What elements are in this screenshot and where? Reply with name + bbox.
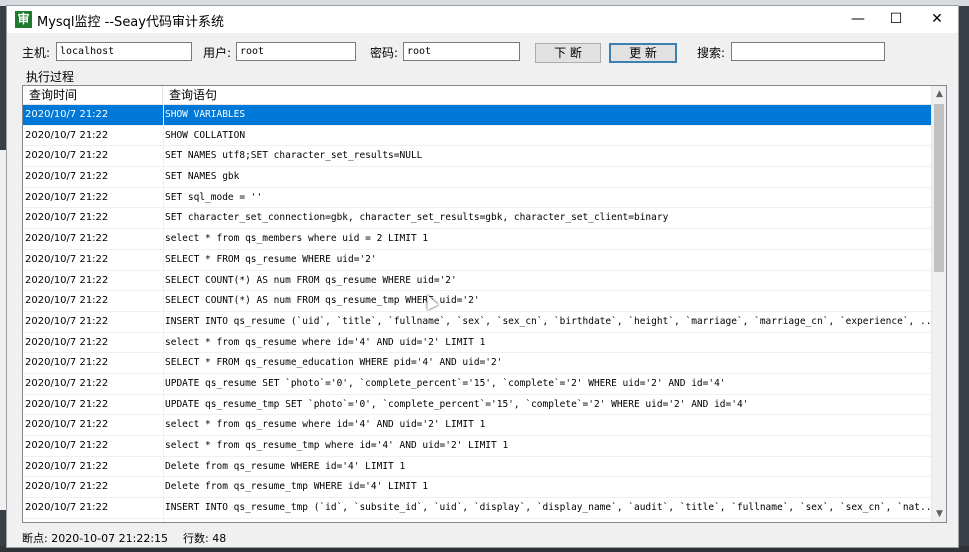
query-list[interactable]: 查询时间 查询语句 2020/10/7 21:22 SHOW VARIABLES 2… xyxy=(22,85,947,523)
status-breakpoint: 断点: 2020-10-07 21:22:15 xyxy=(22,532,169,545)
table-row[interactable]: 2020/10/7 21:22 select * from qs_resume w… xyxy=(23,333,931,354)
table-row[interactable]: 2020/10/7 21:22 select * from qs_resume w… xyxy=(23,415,931,436)
query-time-cell: 2020/10/7 21:22 xyxy=(25,274,109,286)
table-row[interactable]: 2020/10/7 21:22 UPDATE qs_resume SET `pho… xyxy=(23,374,931,395)
query-time-cell: 2020/10/7 21:22 xyxy=(25,295,109,307)
table-row[interactable]: 2020/10/7 21:22 SHOW VARIABLES xyxy=(23,105,931,126)
table-row[interactable]: 2020/10/7 21:22 INSERT INTO qs_resume (`u… xyxy=(23,312,931,333)
query-time-cell: 2020/10/7 21:22 xyxy=(25,419,109,431)
query-statement-cell: UPDATE qs_resume_tmp SET `photo`='0', `c… xyxy=(165,398,749,410)
query-time-cell: 2020/10/7 21:22 xyxy=(25,253,109,265)
status-row-count: 行数: 48 xyxy=(183,532,227,545)
query-statement-cell: INSERT INTO qs_resume (`uid`, `title`, `… xyxy=(165,315,931,327)
search-input[interactable] xyxy=(731,42,885,61)
user-input[interactable]: root xyxy=(236,42,356,61)
query-time-cell: 2020/10/7 21:22 xyxy=(25,398,109,410)
title-bar: 审 Mysql监控 --Seay代码审计系统 — ☐ ✕ xyxy=(7,6,958,33)
query-time-cell: 2020/10/7 21:22 xyxy=(25,357,109,369)
table-row[interactable]: 2020/10/7 21:22 SELECT COUNT(*) AS num FR… xyxy=(23,271,931,292)
list-rows: 2020/10/7 21:22 SHOW VARIABLES 2020/10/7 2… xyxy=(23,105,931,519)
query-time-cell: 2020/10/7 21:22 xyxy=(25,315,109,327)
query-statement-cell: SET character_set_connection=gbk, charac… xyxy=(165,212,669,224)
query-statement-cell: select * from qs_members where uid = 2 L… xyxy=(165,233,429,245)
table-row[interactable]: 2020/10/7 21:22 select * from qs_members … xyxy=(23,229,931,250)
mysql-monitor-window: 审 Mysql监控 --Seay代码审计系统 — ☐ ✕ 主机: localho… xyxy=(6,5,959,548)
stop-button[interactable]: 下 断 xyxy=(535,43,601,63)
query-time-cell: 2020/10/7 21:22 xyxy=(25,191,109,203)
table-row[interactable]: 2020/10/7 21:22 Delete from qs_resume_tmp… xyxy=(23,477,931,499)
vertical-scrollbar[interactable]: ▲ ▼ xyxy=(931,86,946,522)
query-time-cell: 2020/10/7 21:22 xyxy=(25,171,109,183)
query-statement-cell: select * from qs_resume where id='4' AND… xyxy=(165,419,486,431)
host-label: 主机: xyxy=(22,46,51,60)
scrollbar-thumb[interactable] xyxy=(934,104,944,272)
column-divider xyxy=(163,105,164,522)
password-input[interactable]: root xyxy=(403,42,520,61)
query-statement-cell: SELECT COUNT(*) AS num FROM qs_resume_tm… xyxy=(165,295,480,307)
table-row[interactable]: 2020/10/7 21:22 INSERT INTO qs_resume_tmp… xyxy=(23,498,931,519)
scroll-down-arrow-icon[interactable]: ▼ xyxy=(932,506,946,522)
column-header-time[interactable]: 查询时间 xyxy=(23,86,163,104)
table-row[interactable]: 2020/10/7 21:22 UPDATE qs_resume_tmp SET … xyxy=(23,395,931,416)
table-row[interactable]: 2020/10/7 21:22 Delete from qs_resume WHE… xyxy=(23,457,931,478)
query-time-cell: 2020/10/7 21:22 xyxy=(25,150,109,162)
table-row[interactable]: 2020/10/7 21:22 SHOW COLLATION xyxy=(23,126,931,147)
query-time-cell: 2020/10/7 21:22 xyxy=(25,440,109,451)
scroll-up-arrow-icon[interactable]: ▲ xyxy=(932,86,946,102)
column-header-query[interactable]: 查询语句 xyxy=(163,86,931,104)
table-row[interactable]: 2020/10/7 21:22 SELECT COUNT(*) AS num FR… xyxy=(23,291,931,312)
query-time-cell: 2020/10/7 21:22 xyxy=(25,233,109,245)
table-row[interactable]: 2020/10/7 21:22 SELECT * FROM qs_resume_e… xyxy=(23,353,931,374)
password-label: 密码: xyxy=(370,46,399,60)
query-statement-cell: SHOW VARIABLES xyxy=(165,109,246,120)
table-row[interactable]: 2020/10/7 21:22 SET character_set_connect… xyxy=(23,208,931,230)
query-time-cell: 2020/10/7 21:22 xyxy=(25,502,109,514)
query-statement-cell: UPDATE qs_resume SET `photo`='0', `compl… xyxy=(165,377,726,389)
query-time-cell: 2020/10/7 21:22 xyxy=(25,212,109,224)
query-statement-cell: select * from qs_resume_tmp where id='4'… xyxy=(165,440,509,451)
query-statement-cell: SHOW COLLATION xyxy=(165,129,246,141)
close-button[interactable]: ✕ xyxy=(914,6,960,33)
host-input[interactable]: localhost xyxy=(56,42,192,61)
query-statement-cell: Delete from qs_resume WHERE id='4' LIMIT… xyxy=(165,460,406,472)
query-statement-cell: select * from qs_resume where id='4' AND… xyxy=(165,336,486,348)
table-row[interactable]: 2020/10/7 21:22 SET sql_mode = '' xyxy=(23,188,931,209)
query-time-cell: 2020/10/7 21:22 xyxy=(25,460,109,472)
refresh-button[interactable]: 更 新 xyxy=(609,43,677,63)
query-statement-cell: SELECT * FROM qs_resume_education WHERE … xyxy=(165,357,503,369)
search-label: 搜索: xyxy=(697,46,726,60)
table-row[interactable]: 2020/10/7 21:22 SET NAMES utf8;SET charac… xyxy=(23,146,931,168)
table-row[interactable]: 2020/10/7 21:22 SELECT * FROM qs_resume W… xyxy=(23,250,931,271)
execution-group-label: 执行过程 xyxy=(26,70,75,84)
query-statement-cell: SET NAMES utf8;SET character_set_results… xyxy=(165,150,423,162)
query-statement-cell: Delete from qs_resume_tmp WHERE id='4' L… xyxy=(165,481,429,493)
query-statement-cell: SELECT COUNT(*) AS num FROM qs_resume WH… xyxy=(165,274,457,286)
query-time-cell: 2020/10/7 21:22 xyxy=(25,336,109,348)
user-label: 用户: xyxy=(203,46,232,60)
table-row[interactable]: 2020/10/7 21:22 SET NAMES gbk xyxy=(23,167,931,188)
query-time-cell: 2020/10/7 21:22 xyxy=(25,377,109,389)
query-time-cell: 2020/10/7 21:22 xyxy=(25,481,109,493)
window-title: Mysql监控 --Seay代码审计系统 xyxy=(37,15,224,30)
maximize-button[interactable]: ☐ xyxy=(873,6,919,33)
query-time-cell: 2020/10/7 21:22 xyxy=(25,109,109,120)
table-row[interactable]: 2020/10/7 21:22 select * from qs_resume_t… xyxy=(23,436,931,457)
query-statement-cell: SET NAMES gbk xyxy=(165,171,240,183)
query-time-cell: 2020/10/7 21:22 xyxy=(25,129,109,141)
query-statement-cell: INSERT INTO qs_resume_tmp (`id`, `subsit… xyxy=(165,502,931,514)
query-statement-cell: SELECT * FROM qs_resume WHERE uid='2' xyxy=(165,253,377,265)
query-statement-cell: SET sql_mode = '' xyxy=(165,191,263,203)
list-header: 查询时间 查询语句 xyxy=(23,86,931,105)
app-icon: 审 xyxy=(15,11,32,28)
